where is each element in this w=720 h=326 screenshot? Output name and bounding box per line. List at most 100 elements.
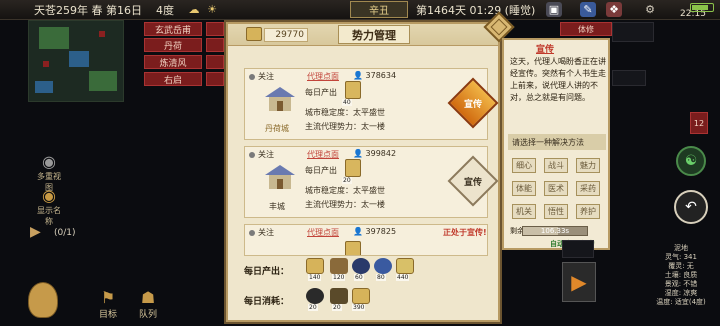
- agent-card[interactable]: 关注 代理点面 👤 378634 每日产出 40 城市稳定度：太平盛世 主流代理…: [244, 68, 499, 140]
- follow-toggle[interactable]: 关注: [249, 149, 274, 160]
- minimap[interactable]: [28, 20, 124, 102]
- daily-output-label: 每日产出: [305, 88, 337, 97]
- ore-resource-icon: [352, 258, 370, 274]
- coin-value: 40: [342, 99, 352, 106]
- coin-icon: [345, 81, 361, 99]
- target-label: 目标: [98, 310, 117, 320]
- map-tag-partial[interactable]: [206, 72, 224, 86]
- terrain-line: 灵气: 341: [665, 253, 697, 261]
- event-info-panel: 宣传 这天，代理人喝盼香正在讲经宣传。突然有个人书生走上前来，说代理人讲的不对，…: [502, 38, 610, 250]
- population: 👤 399842: [353, 149, 397, 158]
- panel-title: 势力管理: [338, 25, 410, 44]
- solution-button[interactable]: 采药: [576, 181, 600, 196]
- map-tag-partial[interactable]: 体修: [560, 22, 612, 36]
- flag-icon: ⚑: [100, 288, 116, 307]
- terrain-line: 湿度: 凉爽: [664, 289, 698, 297]
- terrain-line: 泥地: [674, 244, 688, 252]
- solution-button[interactable]: 体能: [512, 181, 536, 196]
- solution-button[interactable]: 悟性: [544, 204, 568, 219]
- book-icon[interactable]: ✎: [580, 2, 596, 17]
- card-name[interactable]: 代理点面: [307, 149, 339, 160]
- stability-text: 城市稳定度：太平盛世: [305, 108, 385, 117]
- solution-button[interactable]: 细心: [512, 158, 536, 173]
- play-button[interactable]: ▶: [562, 262, 596, 302]
- consume-label: 每日消耗：: [244, 297, 290, 307]
- solution-button[interactable]: 机关: [512, 204, 536, 219]
- panel-header: 29770 势力管理: [228, 24, 498, 46]
- map-tag[interactable]: 玄武岳甫: [144, 22, 202, 36]
- resource-value: 390: [352, 304, 366, 311]
- gourd-icon[interactable]: [28, 282, 58, 318]
- stability-text: 城市稳定度：太平盛世: [305, 186, 385, 195]
- agent-card[interactable]: 关注 代理点面 👤 397825 正处于宣传!: [244, 224, 488, 256]
- top-bar: 天苍259年 春 第16日 4度 ☁ ☀ 辛丑 第1464天 01:29 (睡觉…: [0, 0, 720, 20]
- resource-value: 20: [332, 304, 342, 311]
- quest-count: (0/1): [54, 228, 76, 238]
- population: 👤 397825: [353, 227, 397, 236]
- map-tile: [612, 70, 646, 86]
- agent-card[interactable]: 关注 代理点面 👤 399842 每日产出 20 城市稳定度：太平盛世 主流代理…: [244, 146, 499, 218]
- output-label: 每日产出：: [244, 267, 290, 277]
- coin-value: 20: [342, 177, 352, 184]
- ore-resource-icon: [306, 288, 324, 304]
- ganzhi-badge: 辛丑: [350, 1, 408, 18]
- resource-value: 60: [354, 274, 364, 281]
- map-tag[interactable]: 丹荷: [144, 38, 202, 52]
- agent-text: 主流代理势力：太一楼: [305, 200, 385, 209]
- preach-button[interactable]: 宣传: [447, 77, 499, 129]
- map-tile: [562, 240, 594, 258]
- team-button[interactable]: ☗ 队列: [134, 288, 162, 320]
- solution-button[interactable]: 养护: [576, 204, 600, 219]
- solution-button[interactable]: 魅力: [576, 158, 600, 173]
- coin-icon: [345, 159, 361, 177]
- map-tag-partial[interactable]: [206, 22, 224, 36]
- remaining-time-bar: 106.33s: [522, 226, 588, 236]
- target-button[interactable]: ⚑ 目标: [94, 288, 122, 320]
- gold-resource-icon: [352, 288, 370, 304]
- notification-badge[interactable]: 12: [690, 112, 708, 134]
- in-preach-label: 正处于宣传!: [443, 228, 487, 237]
- card-name[interactable]: 代理点面: [307, 227, 339, 238]
- card-name[interactable]: 代理点面: [307, 71, 339, 82]
- city-icon: [265, 165, 295, 189]
- date-text: 天苍259年 春 第16日: [34, 4, 142, 17]
- map-tile: [612, 22, 654, 42]
- agent-text: 主流代理势力：太一楼: [305, 122, 385, 131]
- city-icon: [265, 87, 295, 111]
- terrain-line: 景观: 不错: [664, 280, 698, 288]
- save-icon[interactable]: ▣: [546, 2, 562, 17]
- scroll-resource-icon: [396, 258, 414, 274]
- map-tag[interactable]: 炼清风: [144, 55, 202, 69]
- preach-button[interactable]: 宣传: [447, 155, 499, 207]
- day-time-text: 第1464天 01:29 (睡觉): [416, 4, 536, 17]
- solution-button[interactable]: 战斗: [544, 158, 568, 173]
- eye-icon: ◉: [42, 152, 56, 171]
- faction-management-panel: 29770 势力管理 关注 代理点面 👤 378634 每日产出 40 城市稳定…: [226, 11, 515, 322]
- map-tag[interactable]: 右启: [144, 72, 202, 86]
- bag-resource-icon: [330, 288, 348, 304]
- back-icon[interactable]: ↶: [674, 190, 708, 224]
- follow-toggle[interactable]: 关注: [249, 71, 274, 82]
- follow-toggle[interactable]: 关注: [249, 227, 274, 238]
- wood-resource-icon: [330, 258, 348, 274]
- gold-icon: [246, 27, 262, 41]
- spiral-icon[interactable]: ☯: [676, 146, 706, 176]
- expand-arrow-icon[interactable]: ▶: [30, 224, 41, 240]
- temperature-text: 4度: [156, 4, 174, 17]
- map-tag-partial[interactable]: [206, 38, 224, 52]
- resource-value: 440: [396, 274, 410, 281]
- gem-resource-icon: [374, 258, 392, 274]
- city-name: 丹荷城: [265, 124, 289, 133]
- daily-output-label: 每日产出: [305, 166, 337, 175]
- gold-resource-icon: [306, 258, 324, 274]
- solution-button[interactable]: 医术: [544, 181, 568, 196]
- show-names-button[interactable]: ◉ 显示名称: [34, 186, 64, 227]
- gift-icon[interactable]: ❖: [606, 2, 622, 17]
- sun-icon: ☀: [207, 3, 217, 16]
- terrain-info: 泥地 灵气: 341 覆灵: 无 土壤: 良质 景观: 不错 湿度: 凉爽 温度…: [646, 244, 716, 307]
- terrain-line: 覆灵: 无: [668, 262, 694, 270]
- terrain-line: 土壤: 良质: [664, 271, 698, 279]
- map-tag-partial[interactable]: [206, 55, 224, 69]
- gear-icon[interactable]: ⚙: [642, 2, 658, 17]
- team-label: 队列: [138, 310, 157, 320]
